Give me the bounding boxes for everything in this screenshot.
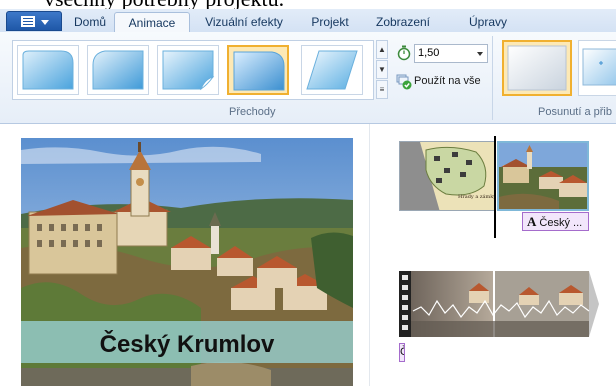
pan-zoom-preview-icon xyxy=(582,48,616,86)
svg-text:Hrady a zámky: Hrady a zámky xyxy=(458,193,495,200)
tab-animations[interactable]: Animace xyxy=(114,12,190,33)
pan-zoom-thumb-2[interactable] xyxy=(578,40,616,96)
duration-select[interactable]: 1,50 xyxy=(414,44,488,63)
caption-clip-tag-2[interactable]: Č xyxy=(399,343,405,362)
gallery-scroll-down-button[interactable]: ▼ xyxy=(376,60,388,79)
duration-value: 1,50 xyxy=(418,47,440,59)
video-preview[interactable]: Český Krumlov xyxy=(21,138,353,386)
apply-all-icon xyxy=(396,74,412,90)
transition-preview-icon xyxy=(22,50,74,90)
ribbon-tab-bar: Domů Animace Vizuální efekty Projekt Zob… xyxy=(0,9,616,33)
group-divider xyxy=(492,36,493,120)
tab-visual-effects[interactable]: Vizuální efekty xyxy=(194,12,294,32)
document-fragment-text: všechny potřebný projektu. xyxy=(0,0,616,9)
caption-clip-label: Český ... xyxy=(539,217,583,229)
transition-thumb-4-selected[interactable] xyxy=(227,45,289,95)
app-menu-button[interactable] xyxy=(6,11,62,31)
transition-thumb-2[interactable] xyxy=(87,45,149,95)
gallery-scroller: ▲ ▼ ≡ xyxy=(376,40,388,100)
caption-text-icon: A xyxy=(527,214,537,229)
tab-home[interactable]: Domů xyxy=(66,12,114,32)
playhead-indicator[interactable] xyxy=(494,136,496,238)
gallery-scroll-up-button[interactable]: ▲ xyxy=(376,40,388,59)
transition-thumb-5[interactable] xyxy=(301,45,363,95)
map-thumbnail: Hrady a zámky xyxy=(400,142,495,210)
transitions-group-label: Přechody xyxy=(229,106,276,118)
chevron-down-icon xyxy=(477,52,483,56)
tab-view[interactable]: Zobrazení xyxy=(366,12,440,32)
cesky-krumlov-thumbnail xyxy=(499,143,587,209)
transition-preview-icon xyxy=(162,50,215,91)
pan-zoom-preview-icon xyxy=(507,45,567,91)
video-caption-text: Český Krumlov xyxy=(99,331,275,358)
chevron-down-icon xyxy=(41,20,49,25)
stopwatch-icon xyxy=(397,45,411,61)
pan-zoom-thumb-1-selected[interactable] xyxy=(502,40,572,96)
storyboard-clip-video[interactable] xyxy=(399,271,599,341)
transition-preview-icon xyxy=(306,50,358,90)
caption-clip-tag[interactable]: A Český ... xyxy=(522,212,589,231)
storyboard-clip-photo-selected[interactable] xyxy=(497,141,589,211)
pan-zoom-group-label: Posunutí a přib xyxy=(538,106,612,118)
tab-project[interactable]: Projekt xyxy=(298,12,362,32)
tab-edit[interactable]: Úpravy xyxy=(446,12,530,32)
gallery-expand-button[interactable]: ≡ xyxy=(376,80,388,99)
video-filmstrip-thumbnail xyxy=(399,271,599,337)
transition-preview-icon xyxy=(233,51,285,91)
transition-preview-icon xyxy=(92,50,144,90)
menu-icon xyxy=(21,16,35,27)
transition-thumb-1[interactable] xyxy=(17,45,79,95)
storyboard-clip-map[interactable]: Hrady a zámky xyxy=(399,141,495,211)
apply-to-all-label: Použít na vše xyxy=(414,75,481,87)
panel-divider xyxy=(369,124,370,386)
transition-thumb-3[interactable] xyxy=(157,45,219,95)
transitions-gallery xyxy=(12,40,374,100)
ribbon-panel: ▲ ▼ ≡ 1,50 Použít na vše Přechody Posunu… xyxy=(0,32,616,124)
